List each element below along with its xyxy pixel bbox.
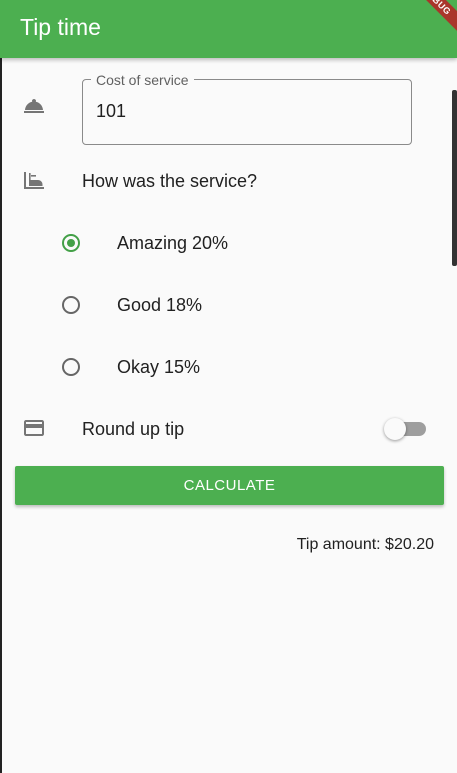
option-amazing-label[interactable]: Amazing 20%	[117, 232, 228, 254]
dinner-dining-icon	[24, 172, 44, 189]
cost-of-service-field[interactable]: Cost of service 101	[82, 72, 412, 145]
tip-amount-text: Tip amount: $20.20	[296, 536, 434, 553]
radio-amazing[interactable]	[62, 234, 80, 252]
calculate-button[interactable]: CALCULATE	[15, 466, 444, 505]
window-edge	[0, 58, 2, 773]
round-up-switch[interactable]	[384, 417, 428, 441]
radio-good[interactable]	[62, 296, 80, 314]
option-okay-label[interactable]: Okay 15%	[117, 356, 200, 378]
switch-thumb	[384, 418, 406, 440]
round-up-label: Round up tip	[82, 419, 185, 439]
cost-field-label: Cost of service	[91, 72, 194, 88]
room-service-icon	[24, 99, 44, 113]
app-title: Tip time	[20, 14, 101, 40]
option-good-label[interactable]: Good 18%	[117, 294, 202, 316]
app-bar: Tip time	[0, 0, 457, 58]
credit-card-icon	[24, 420, 44, 436]
service-question-label: How was the service?	[82, 171, 258, 191]
radio-okay[interactable]	[62, 358, 80, 376]
scrollbar[interactable]	[452, 90, 457, 266]
cost-field-value[interactable]: 101	[96, 100, 126, 122]
